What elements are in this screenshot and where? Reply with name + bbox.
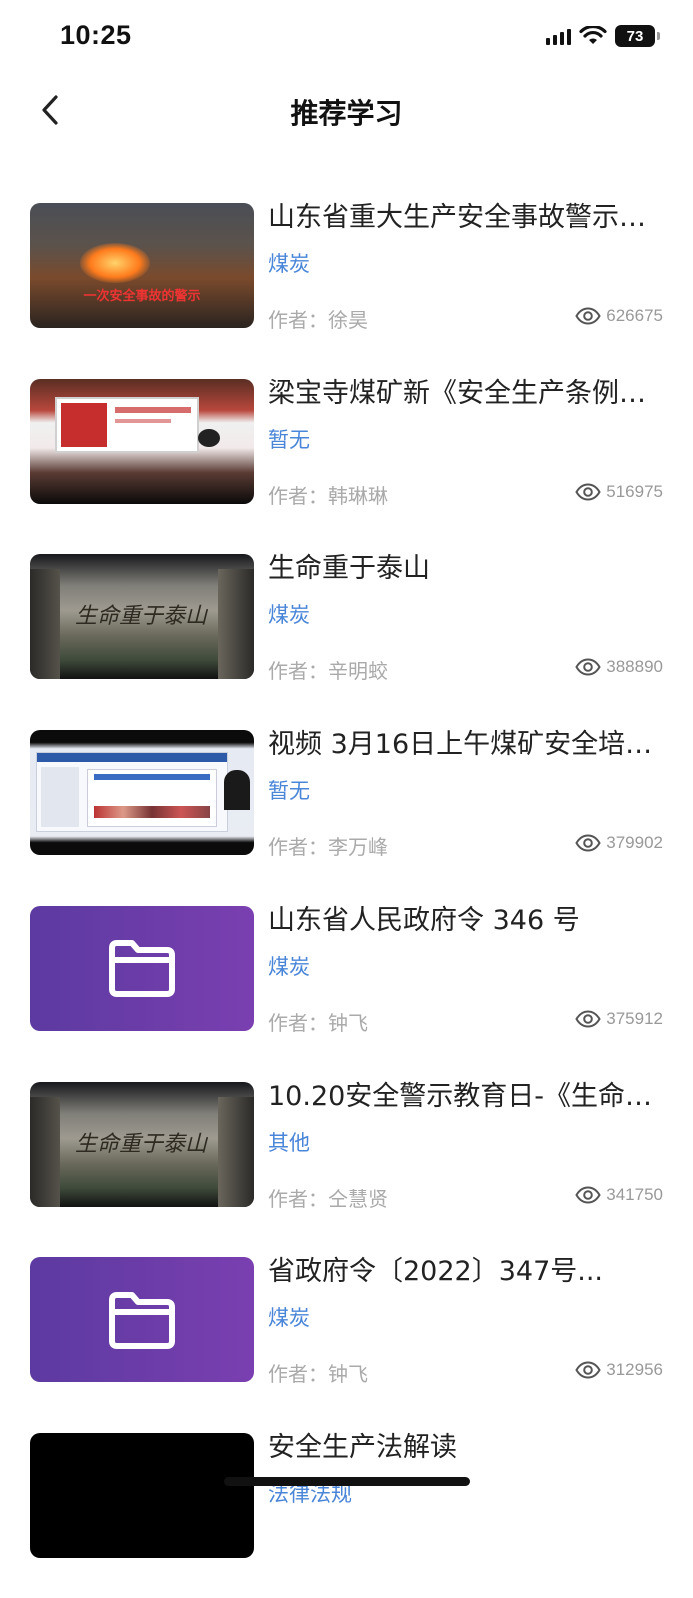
thumbnail-caption: 一次安全事故的警示 [83, 289, 201, 304]
list-item[interactable]: 一次安全事故的警示 山东省重大生产安全事故警示教育片煤炭作者：徐昊 626675 [0, 192, 693, 368]
video-thumbnail[interactable]: 一次安全事故的警示 [30, 203, 254, 328]
view-count: 341750 [575, 1185, 663, 1205]
video-thumbnail[interactable] [30, 1432, 254, 1558]
item-author: 作者：仝慧贤 [268, 1186, 388, 1211]
eye-icon [575, 834, 601, 852]
eye-icon [575, 483, 601, 501]
list-item[interactable]: 视频 3月16日上午煤矿安全培训会议暂无作者：李万峰 379902 [0, 719, 693, 895]
eye-icon [575, 1010, 601, 1028]
folder-icon [109, 1291, 175, 1349]
thumbnail-caption: 生命重于泰山 [75, 604, 208, 630]
home-indicator[interactable] [224, 1477, 470, 1486]
video-thumbnail[interactable] [30, 1257, 254, 1383]
eye-icon [575, 658, 601, 676]
item-author: 作者：韩琳琳 [268, 483, 388, 508]
item-author: 作者：李万峰 [268, 835, 388, 860]
video-thumbnail[interactable] [30, 730, 254, 856]
navigation-bar: 推荐学习 [0, 78, 693, 144]
item-title: 安全生产法解读 [268, 1431, 457, 1463]
category-tag: 煤炭 [268, 954, 310, 979]
eye-icon [575, 1185, 601, 1204]
item-title: 山东省人民政府令 346 号 [268, 904, 580, 936]
video-thumbnail[interactable] [30, 905, 254, 1031]
cellular-signal-icon [546, 27, 571, 45]
view-count: 375912 [575, 1009, 663, 1029]
thumbnail-caption: 生命重于泰山 [75, 1131, 208, 1157]
category-tag: 暂无 [268, 427, 310, 452]
item-title: 山东省重大生产安全事故警示教育片 [268, 202, 663, 233]
video-thumbnail[interactable] [30, 378, 254, 504]
item-author: 作者：辛明蛟 [268, 659, 388, 684]
category-tag: 其他 [268, 1130, 310, 1155]
wifi-icon [579, 26, 607, 44]
list-item[interactable]: 生命重于泰山 10.20安全警示教育日-《生命重于泰山》其他作者：仝慧贤 34175… [0, 1071, 693, 1247]
view-count-value: 375912 [606, 1008, 663, 1028]
view-count-value: 388890 [606, 657, 663, 677]
video-thumbnail[interactable]: 生命重于泰山 [30, 1081, 254, 1207]
view-count-value: 312956 [606, 1360, 663, 1380]
battery-icon: 73 [615, 25, 660, 47]
view-count: 388890 [575, 657, 663, 677]
status-icons: 73 [546, 25, 660, 47]
view-count-value: 626675 [606, 306, 663, 325]
category-tag: 煤炭 [268, 603, 310, 628]
item-author: 作者：钟飞 [268, 1010, 368, 1035]
list-item[interactable]: 安全生产法解读 法律法规 [0, 1422, 693, 1598]
presentation-window [36, 752, 228, 833]
item-author: 作者：徐昊 [268, 308, 368, 332]
item-title: 10.20安全警示教育日-《生命重于泰山》 [268, 1080, 663, 1112]
item-title: 生命重于泰山 [268, 553, 430, 585]
view-count-value: 379902 [606, 833, 663, 853]
view-count: 379902 [575, 833, 663, 853]
view-count: 626675 [575, 306, 663, 326]
category-tag: 暂无 [268, 779, 310, 804]
folder-icon [109, 940, 175, 998]
eye-icon [575, 307, 601, 325]
projector-screen [55, 396, 199, 453]
item-author: 作者：钟飞 [268, 1362, 368, 1387]
category-tag: 煤炭 [268, 252, 310, 276]
list-item[interactable]: 生命重于泰山 生命重于泰山 煤炭 作者：辛明蛟 388890 [0, 543, 693, 719]
list-item[interactable]: 省政府令〔2022〕347号... 煤炭作者：钟飞 312956 [0, 1246, 693, 1422]
list-item[interactable]: 山东省人民政府令 346 号煤炭作者：钟飞 375912 [0, 895, 693, 1071]
list-item[interactable]: 梁宝寺煤矿新《安全生产条例》宣讲暂无作者：韩琳琳 516975 [0, 368, 693, 544]
status-bar: 10:25 73 [0, 0, 693, 78]
category-tag: 煤炭 [268, 1306, 310, 1331]
eye-icon [575, 1361, 601, 1379]
item-title: 省政府令〔2022〕347号... [268, 1256, 603, 1288]
status-time: 10:25 [60, 20, 132, 50]
view-count-value: 341750 [606, 1184, 663, 1204]
item-title: 视频 3月16日上午煤矿安全培训会议 [268, 729, 663, 761]
view-count: 312956 [575, 1360, 663, 1380]
item-title: 梁宝寺煤矿新《安全生产条例》宣讲 [268, 377, 663, 409]
page-title: 推荐学习 [290, 97, 403, 130]
view-count-value: 516975 [606, 481, 663, 501]
video-thumbnail[interactable]: 生命重于泰山 [30, 554, 254, 680]
view-count: 516975 [575, 482, 663, 502]
